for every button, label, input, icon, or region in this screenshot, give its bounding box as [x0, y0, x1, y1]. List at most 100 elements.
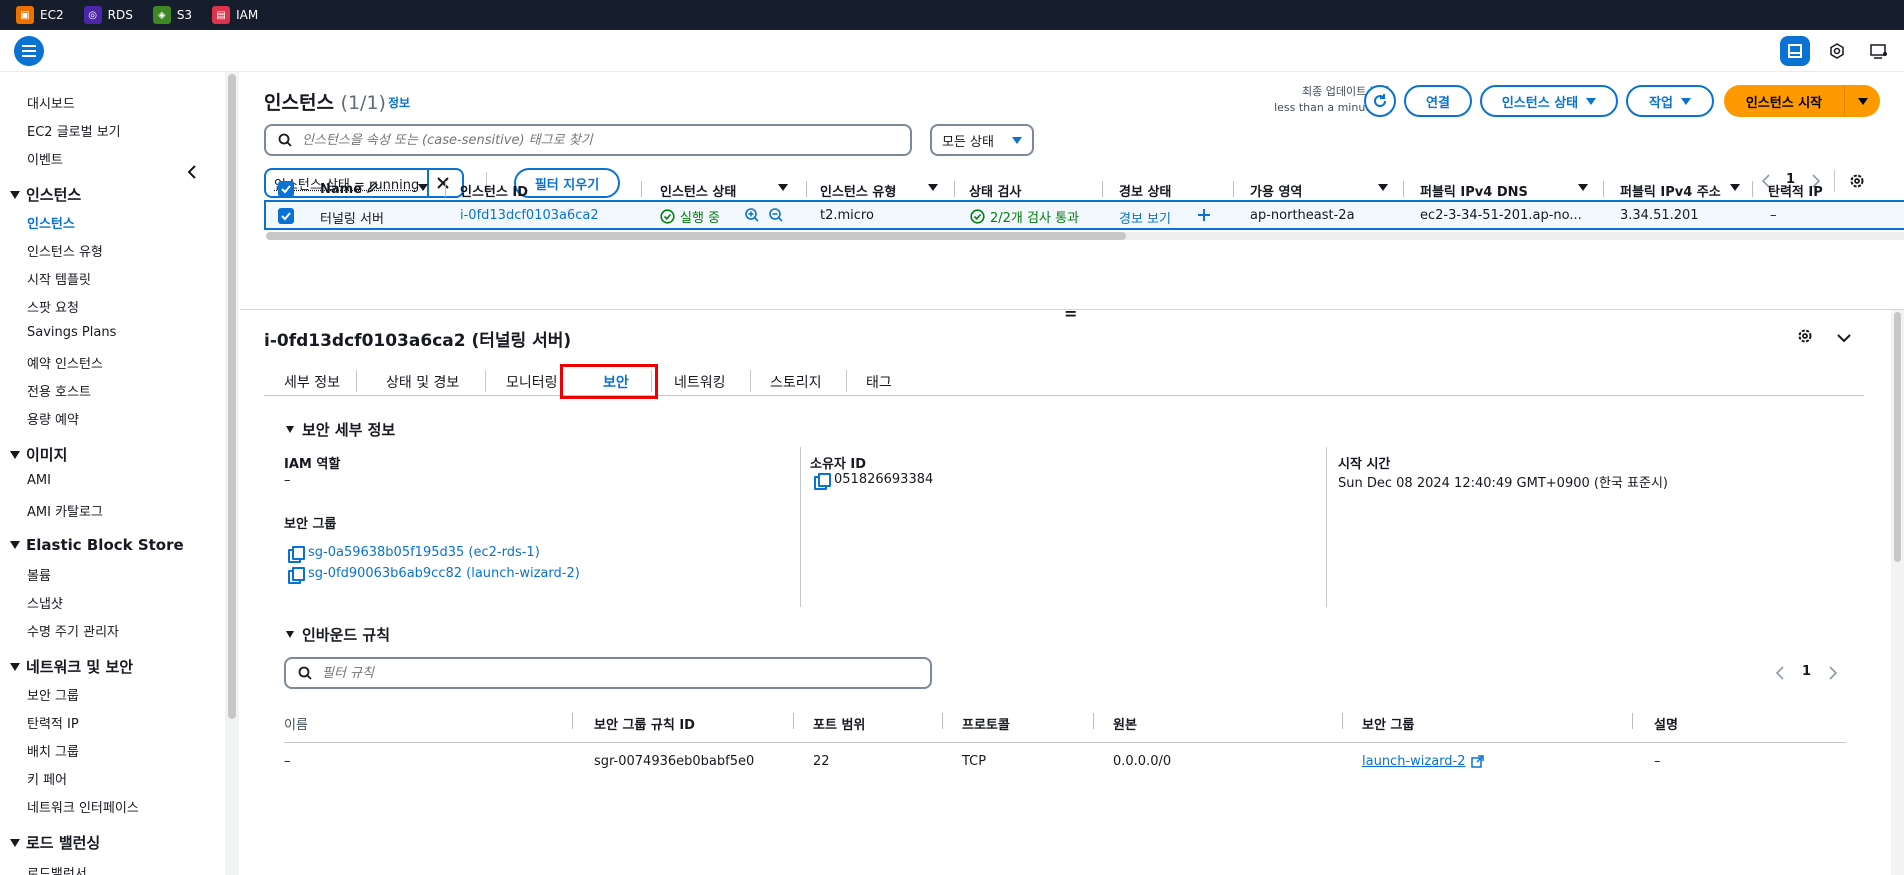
sidebar-item-snapshots[interactable]: 스냅샷 — [27, 593, 63, 612]
tab-networking[interactable]: 네트워킹 — [674, 372, 726, 392]
sidebar-item-network-interfaces[interactable]: 네트워크 인터페이스 — [27, 797, 139, 816]
sort-caret-icon[interactable] — [778, 184, 788, 191]
collapse-detail-chevron-icon[interactable] — [1837, 331, 1851, 347]
zoom-out-icon[interactable] — [768, 207, 784, 227]
main-vertical-scrollbar[interactable] — [1891, 310, 1904, 875]
launch-time-value: Sun Dec 08 2024 12:40:49 GMT+0900 (한국 표준… — [1338, 476, 1668, 491]
row-instance-id-link[interactable]: i-0fd13dcf0103a6ca2 — [460, 208, 599, 223]
cloudshell-icon[interactable] — [1864, 36, 1894, 66]
copy-icon[interactable] — [288, 566, 305, 584]
sidebar-item-placement-groups[interactable]: 배치 그룹 — [27, 741, 79, 760]
sidebar-item-launch-templates[interactable]: 시작 템플릿 — [27, 269, 91, 288]
col-public-dns[interactable]: 퍼블릭 IPv4 DNS — [1420, 181, 1528, 200]
rule-security-group-link[interactable]: launch-wizard-2 — [1362, 754, 1484, 769]
sidebar-section-instances[interactable]: 인스턴스 — [10, 184, 81, 205]
clear-filters-button[interactable]: 필터 지우기 — [514, 168, 620, 198]
sidebar-item-spot-requests[interactable]: 스팟 요청 — [27, 297, 79, 316]
instance-state-button[interactable]: 인스턴스 상태 — [1480, 85, 1618, 117]
sidebar-item-dashboard[interactable]: 대시보드 — [27, 93, 75, 112]
sort-caret-icon[interactable] — [1378, 184, 1388, 191]
hamburger-menu-button[interactable] — [14, 36, 44, 66]
rules-page-number[interactable]: 1 — [1802, 664, 1811, 679]
info-link[interactable]: 정보 — [388, 94, 410, 111]
sort-caret-icon[interactable] — [418, 184, 428, 191]
service-s3[interactable]: ◈ S3 — [152, 6, 192, 24]
copy-icon[interactable] — [814, 472, 831, 490]
tab-monitoring[interactable]: 모니터링 — [506, 372, 558, 392]
table-horizontal-scrollbar[interactable] — [266, 232, 1904, 240]
state-filter-select[interactable]: 모든 상태 — [930, 124, 1034, 156]
col-instance-type[interactable]: 인스턴스 유형 — [820, 181, 896, 200]
actions-button[interactable]: 작업 — [1626, 85, 1714, 117]
refresh-button[interactable] — [1364, 85, 1396, 117]
select-all-checkbox[interactable] — [278, 181, 294, 197]
inbound-rules-header[interactable]: 인바운드 규칙 — [286, 624, 390, 645]
security-details-header[interactable]: 보안 세부 정보 — [286, 419, 395, 440]
sidebar-item-events[interactable]: 이벤트 — [27, 149, 63, 168]
sidebar-section-load-balancing[interactable]: 로드 밸런싱 — [10, 832, 100, 853]
col-availability-zone[interactable]: 가용 영역 — [1250, 181, 1302, 200]
col-elastic-ip[interactable]: 탄력적 IP — [1768, 181, 1823, 200]
instance-search[interactable] — [264, 124, 912, 156]
preferences-icon[interactable] — [1822, 36, 1852, 66]
detail-settings-gear-icon[interactable] — [1797, 328, 1813, 348]
sort-caret-icon[interactable] — [928, 184, 938, 191]
remove-token-button[interactable] — [429, 170, 457, 196]
zoom-in-icon[interactable] — [744, 207, 760, 227]
copy-icon[interactable] — [288, 545, 305, 563]
split-panel-resize-handle[interactable]: = — [1064, 304, 1077, 323]
sidebar-section-images[interactable]: 이미지 — [10, 444, 67, 465]
sidebar-item-security-groups[interactable]: 보안 그룹 — [27, 685, 79, 704]
sidebar-item-dedicated-hosts[interactable]: 전용 호스트 — [27, 381, 91, 400]
rules-filter-input[interactable] — [322, 665, 891, 681]
rules-next-page-icon[interactable] — [1828, 666, 1838, 684]
col-instance-state[interactable]: 인스턴스 상태 — [660, 181, 736, 200]
sidebar-item-elastic-ips[interactable]: 탄력적 IP — [27, 713, 79, 732]
rules-filter[interactable] — [284, 657, 932, 689]
collapse-sidebar-icon[interactable] — [186, 165, 198, 183]
tab-status-alarms[interactable]: 상태 및 경보 — [386, 372, 459, 392]
sidebar-item-instance-types[interactable]: 인스턴스 유형 — [27, 241, 103, 260]
add-alarm-icon[interactable] — [1197, 208, 1211, 226]
connect-button[interactable]: 연결 — [1404, 85, 1472, 117]
sidebar-section-ebs[interactable]: Elastic Block Store — [10, 536, 184, 554]
security-group-link[interactable]: sg-0fd90063b6ab9cc82 (launch-wizard-2) — [288, 566, 580, 584]
tab-storage[interactable]: 스토리지 — [770, 372, 822, 392]
sidebar-item-volumes[interactable]: 볼륨 — [27, 565, 51, 584]
col-alarm-status[interactable]: 경보 상태 — [1119, 181, 1171, 200]
sidebar-section-network[interactable]: 네트워크 및 보안 — [10, 656, 133, 677]
row-checkbox[interactable] — [278, 208, 294, 224]
sidebar-item-reserved-instances[interactable]: 예약 인스턴스 — [27, 353, 103, 372]
security-group-link[interactable]: sg-0a59638b05f195d35 (ec2-rds-1) — [288, 545, 540, 563]
tab-tags[interactable]: 태그 — [866, 372, 892, 392]
search-input[interactable] — [302, 132, 871, 148]
sort-caret-icon[interactable] — [1578, 184, 1588, 191]
sort-caret-icon[interactable] — [1730, 184, 1740, 191]
service-iam[interactable]: ▤ IAM — [212, 6, 258, 24]
settings-gear-icon[interactable] — [1849, 173, 1865, 193]
col-public-ip[interactable]: 퍼블릭 IPv4 주소 — [1620, 181, 1721, 200]
col-status-check[interactable]: 상태 검사 — [969, 181, 1021, 200]
launch-instance-button[interactable]: 인스턴스 시작 — [1724, 85, 1844, 117]
service-rds[interactable]: ◎ RDS — [83, 6, 133, 24]
sidebar-item-instances[interactable]: 인스턴스 — [27, 213, 75, 232]
sidebar-scrollbar[interactable] — [225, 72, 239, 875]
sidebar-item-ami-catalog[interactable]: AMI 카탈로그 — [27, 501, 103, 520]
rule-protocol: TCP — [962, 754, 987, 769]
sidebar-item-savings-plans[interactable]: Savings Plans — [27, 325, 116, 340]
tab-details[interactable]: 세부 정보 — [284, 372, 340, 392]
sidebar-item-key-pairs[interactable]: 키 페어 — [27, 769, 67, 788]
rules-prev-page-icon[interactable] — [1775, 666, 1785, 684]
col-instance-id[interactable]: 인스턴스 ID — [460, 181, 528, 200]
split-panel-icon[interactable] — [1780, 36, 1810, 66]
sidebar-item-global-view[interactable]: EC2 글로벌 보기 — [27, 121, 121, 140]
service-ec2[interactable]: ▣ EC2 — [16, 6, 64, 24]
sidebar-item-capacity-reservations[interactable]: 용량 예약 — [27, 409, 79, 428]
row-view-alarms-link[interactable]: 경보 보기 — [1119, 208, 1171, 227]
sidebar-item-lifecycle-manager[interactable]: 수명 주기 관리자 — [27, 621, 119, 640]
sidebar-item-load-balancers[interactable]: 로드밸런서 — [27, 863, 87, 875]
launch-instance-dropdown[interactable] — [1844, 85, 1880, 117]
col-name[interactable]: Name — [320, 181, 379, 197]
sidebar-item-ami[interactable]: AMI — [27, 473, 51, 488]
row-status-check: 2/2개 검사 통과 — [970, 207, 1079, 226]
